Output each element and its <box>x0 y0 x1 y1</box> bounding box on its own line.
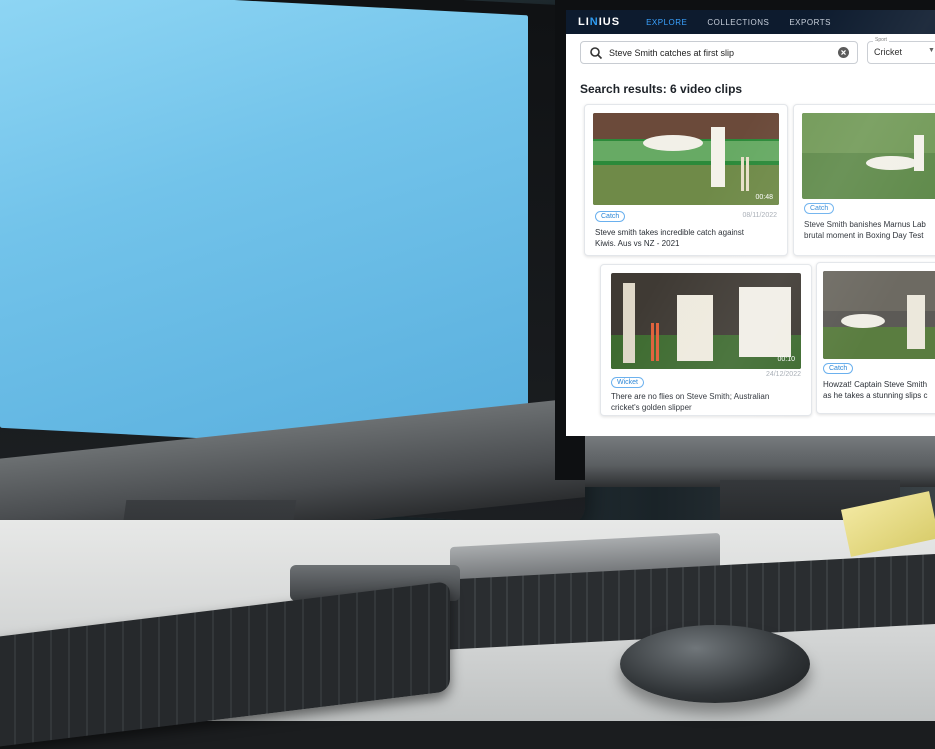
video-card[interactable]: Catch Steve Smith banishes Marnus Lab br… <box>793 104 935 256</box>
video-thumbnail[interactable]: 00:10 <box>611 273 801 369</box>
left-monitor-screen <box>0 0 528 456</box>
clip-tag[interactable]: Catch <box>595 211 626 222</box>
top-navigation-bar: LINIUS EXPLORE COLLECTIONS EXPORTS <box>566 10 935 34</box>
clip-date: 24/12/2022 <box>765 371 801 378</box>
video-thumbnail[interactable] <box>823 271 935 359</box>
tab-explore[interactable]: EXPLORE <box>646 18 687 27</box>
results-heading: Search results: 6 video clips <box>580 82 743 96</box>
search-icon <box>590 46 603 59</box>
clip-tag[interactable]: Catch <box>823 363 854 374</box>
chevron-down-icon: ▼ <box>928 47 935 54</box>
video-duration: 00:10 <box>777 356 795 363</box>
mouse <box>620 625 810 703</box>
search-input[interactable]: Steve Smith catches at first slip <box>580 41 858 64</box>
clip-title[interactable]: Steve Smith banishes Marnus Lab brutal m… <box>804 219 935 241</box>
tab-exports[interactable]: EXPORTS <box>789 18 831 27</box>
linius-app: LINIUS EXPLORE COLLECTIONS EXPORTS Steve… <box>566 10 935 436</box>
video-card[interactable]: Catch Howzat! Captain Steve Smith as he … <box>816 262 935 414</box>
linius-logo[interactable]: LINIUS <box>578 16 620 28</box>
sport-filter-label: Sport <box>873 37 889 43</box>
search-query-text[interactable]: Steve Smith catches at first slip <box>609 48 838 58</box>
sport-filter-select[interactable]: Sport Cricket ▼ <box>867 37 935 64</box>
clip-tag[interactable]: Wicket <box>611 377 644 388</box>
video-thumbnail[interactable] <box>802 113 935 199</box>
clip-title[interactable]: There are no flies on Steve Smith; Austr… <box>611 391 811 413</box>
clear-icon[interactable] <box>838 47 849 58</box>
clip-tag[interactable]: Catch <box>804 203 835 214</box>
video-duration: 00:48 <box>755 194 773 201</box>
video-card[interactable]: 00:10 24/12/2022 Wicket There are no fli… <box>600 264 812 416</box>
clip-date: 08/11/2022 <box>742 212 777 219</box>
clip-title[interactable]: Steve smith takes incredible catch again… <box>595 227 781 249</box>
video-thumbnail[interactable]: 00:48 <box>593 113 779 205</box>
sport-filter-value: Cricket <box>874 47 903 57</box>
tab-collections[interactable]: COLLECTIONS <box>707 18 769 27</box>
clip-title[interactable]: Howzat! Captain Steve Smith as he takes … <box>823 379 935 401</box>
video-card[interactable]: 00:48 Catch 08/11/2022 Steve smith takes… <box>584 104 788 256</box>
search-row: Steve Smith catches at first slip Sport … <box>566 34 935 74</box>
